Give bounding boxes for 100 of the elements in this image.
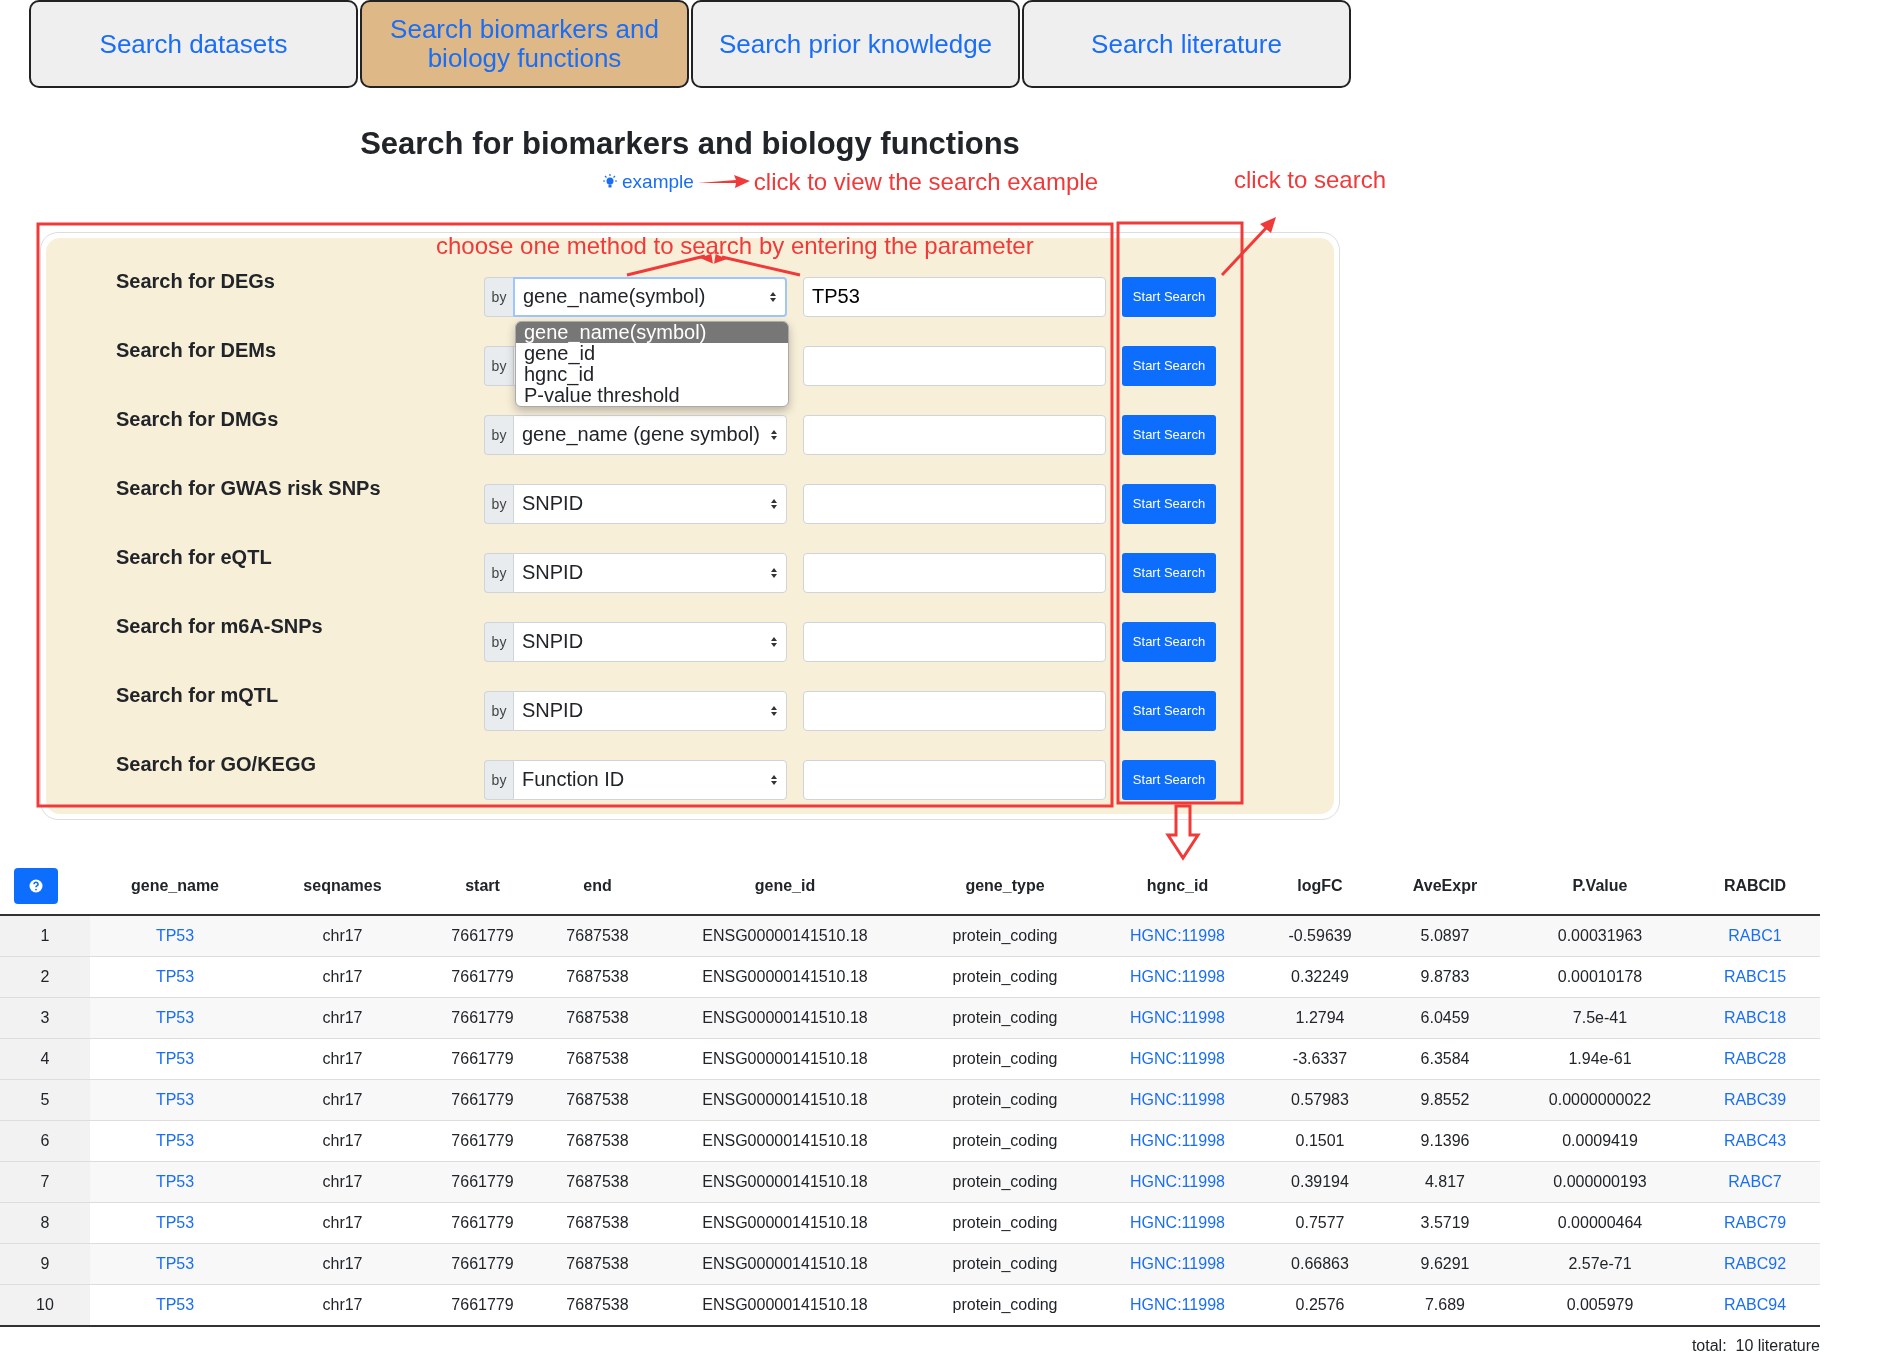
table-link[interactable]: TP53 — [155, 1296, 195, 1313]
table-cell: protein_coding — [952, 1296, 1058, 1313]
search-field[interactable] — [803, 483, 1106, 524]
table-cell: chr17 — [322, 1132, 363, 1149]
start-search-button[interactable]: Start Search — [1122, 690, 1216, 731]
start-search-button[interactable]: Start Search — [1122, 414, 1216, 455]
table-cell: 9 — [40, 1255, 50, 1272]
table-cell: chr17 — [322, 968, 363, 985]
page-title: Search for biomarkers and biology functions — [359, 125, 1021, 163]
table-link[interactable]: TP53 — [155, 968, 195, 985]
dropdown-option[interactable]: hgnc_id — [516, 363, 788, 385]
nav-tab[interactable]: Search biomarkers and biology functions — [360, 0, 689, 88]
start-search-button[interactable]: Start Search — [1122, 552, 1216, 593]
search-label: Search for GWAS risk SNPs — [116, 476, 382, 500]
search-field[interactable] — [803, 414, 1106, 455]
method-select[interactable]: Function ID — [513, 759, 787, 800]
start-search-button[interactable]: Start Search — [1122, 759, 1216, 800]
sort-caret-icon — [770, 773, 778, 786]
sort-caret-icon — [770, 635, 778, 648]
arrow-annotation — [1220, 217, 1276, 277]
help-button[interactable] — [14, 868, 58, 904]
by-addon: by — [484, 690, 513, 731]
search-field[interactable] — [803, 621, 1106, 662]
table-link[interactable]: HGNC:11998 — [1130, 1132, 1225, 1149]
lightbulb-icon — [602, 174, 618, 190]
table-cell: ENSG00000141510.18 — [702, 1214, 868, 1231]
method-select[interactable]: SNPID — [513, 552, 787, 593]
table-link[interactable]: TP53 — [155, 1050, 195, 1067]
search-label: Search for GO/KEGG — [116, 752, 318, 776]
table-cell: 7661779 — [451, 1173, 514, 1190]
table-link[interactable]: HGNC:11998 — [1130, 1050, 1225, 1067]
table-link[interactable]: HGNC:11998 — [1130, 1214, 1225, 1231]
start-search-button[interactable]: Start Search — [1122, 621, 1216, 662]
example-link[interactable]: example — [622, 171, 694, 193]
table-link[interactable]: TP53 — [155, 1214, 195, 1231]
table-cell: 0.00031963 — [1557, 927, 1643, 944]
nav-tab[interactable]: Search literature — [1022, 0, 1351, 88]
table-cell: protein_coding — [952, 1009, 1058, 1026]
down-arrow-annotation — [1165, 804, 1201, 861]
table-cell: 7.689 — [1424, 1296, 1465, 1313]
table-link[interactable]: RABC94 — [1723, 1296, 1787, 1313]
table-cell: 4.817 — [1424, 1173, 1465, 1190]
method-select[interactable]: SNPID — [513, 690, 787, 731]
table-cell: 3 — [40, 1009, 50, 1026]
table-link[interactable]: TP53 — [155, 1009, 195, 1026]
table-link[interactable]: RABC39 — [1723, 1091, 1787, 1108]
dropdown-option[interactable]: gene_id — [516, 342, 788, 364]
table-link[interactable]: TP53 — [155, 927, 195, 944]
search-field[interactable] — [803, 552, 1106, 593]
table-cell: ENSG00000141510.18 — [702, 1296, 868, 1313]
method-select[interactable]: gene_name (gene symbol) — [513, 414, 787, 455]
table-cell: 7687538 — [566, 1173, 629, 1190]
table-link[interactable]: HGNC:11998 — [1130, 1296, 1225, 1313]
nav-tab[interactable]: Search prior knowledge — [691, 0, 1020, 88]
table-cell: 0.1501 — [1295, 1132, 1345, 1149]
table-link[interactable]: RABC7 — [1728, 1173, 1782, 1190]
table-link[interactable]: RABC18 — [1723, 1009, 1787, 1026]
table-cell: ENSG00000141510.18 — [702, 1255, 868, 1272]
table-link[interactable]: RABC43 — [1723, 1132, 1787, 1149]
table-cell: 2.57e-71 — [1568, 1255, 1632, 1272]
search-field[interactable] — [803, 690, 1106, 731]
start-search-button[interactable]: Start Search — [1122, 345, 1216, 386]
table-cell: 2 — [40, 968, 50, 985]
table-link[interactable]: TP53 — [155, 1255, 195, 1272]
search-field[interactable] — [803, 345, 1106, 386]
table-link[interactable]: RABC15 — [1723, 968, 1787, 985]
table-cell: chr17 — [322, 1091, 363, 1108]
table-link[interactable]: HGNC:11998 — [1130, 968, 1225, 985]
method-select[interactable]: gene_name(symbol) — [513, 276, 787, 317]
search-field[interactable] — [803, 759, 1106, 800]
table-link[interactable]: RABC28 — [1723, 1050, 1787, 1067]
table-link[interactable]: RABC79 — [1723, 1214, 1787, 1231]
table-link[interactable]: TP53 — [155, 1132, 195, 1149]
start-search-button[interactable]: Start Search — [1122, 483, 1216, 524]
dropdown-option[interactable]: P-value threshold — [516, 384, 788, 406]
table-link[interactable]: TP53 — [155, 1091, 195, 1108]
method-select[interactable]: SNPID — [513, 483, 787, 524]
method-select[interactable]: SNPID — [513, 621, 787, 662]
table-link[interactable]: TP53 — [155, 1173, 195, 1190]
table-cell: chr17 — [322, 1173, 363, 1190]
dropdown-option[interactable]: gene_name(symbol) — [516, 321, 788, 343]
table-cell: 7687538 — [566, 968, 629, 985]
annotation-text: click to search — [1234, 166, 1387, 194]
table-cell: 0.00010178 — [1557, 968, 1643, 985]
search-label: Search for DEMs — [116, 338, 278, 362]
table-link[interactable]: RABC92 — [1723, 1255, 1787, 1272]
table-cell: chr17 — [322, 1255, 363, 1272]
table-cell: 9.8552 — [1420, 1091, 1470, 1108]
table-cell: protein_coding — [952, 1173, 1058, 1190]
table-cell: 7661779 — [451, 968, 514, 985]
table-cell: 3.5719 — [1420, 1214, 1470, 1231]
nav-tab[interactable]: Search datasets — [29, 0, 358, 88]
search-field[interactable]: TP53 — [803, 276, 1106, 317]
by-addon: by — [484, 345, 513, 386]
table-cell: 7687538 — [566, 1050, 629, 1067]
start-search-button[interactable]: Start Search — [1122, 276, 1216, 317]
table-link[interactable]: RABC1 — [1728, 927, 1782, 944]
by-addon: by — [484, 552, 513, 593]
table-cell: 1.2794 — [1295, 1009, 1345, 1026]
table-cell: 0.39194 — [1291, 1173, 1349, 1190]
